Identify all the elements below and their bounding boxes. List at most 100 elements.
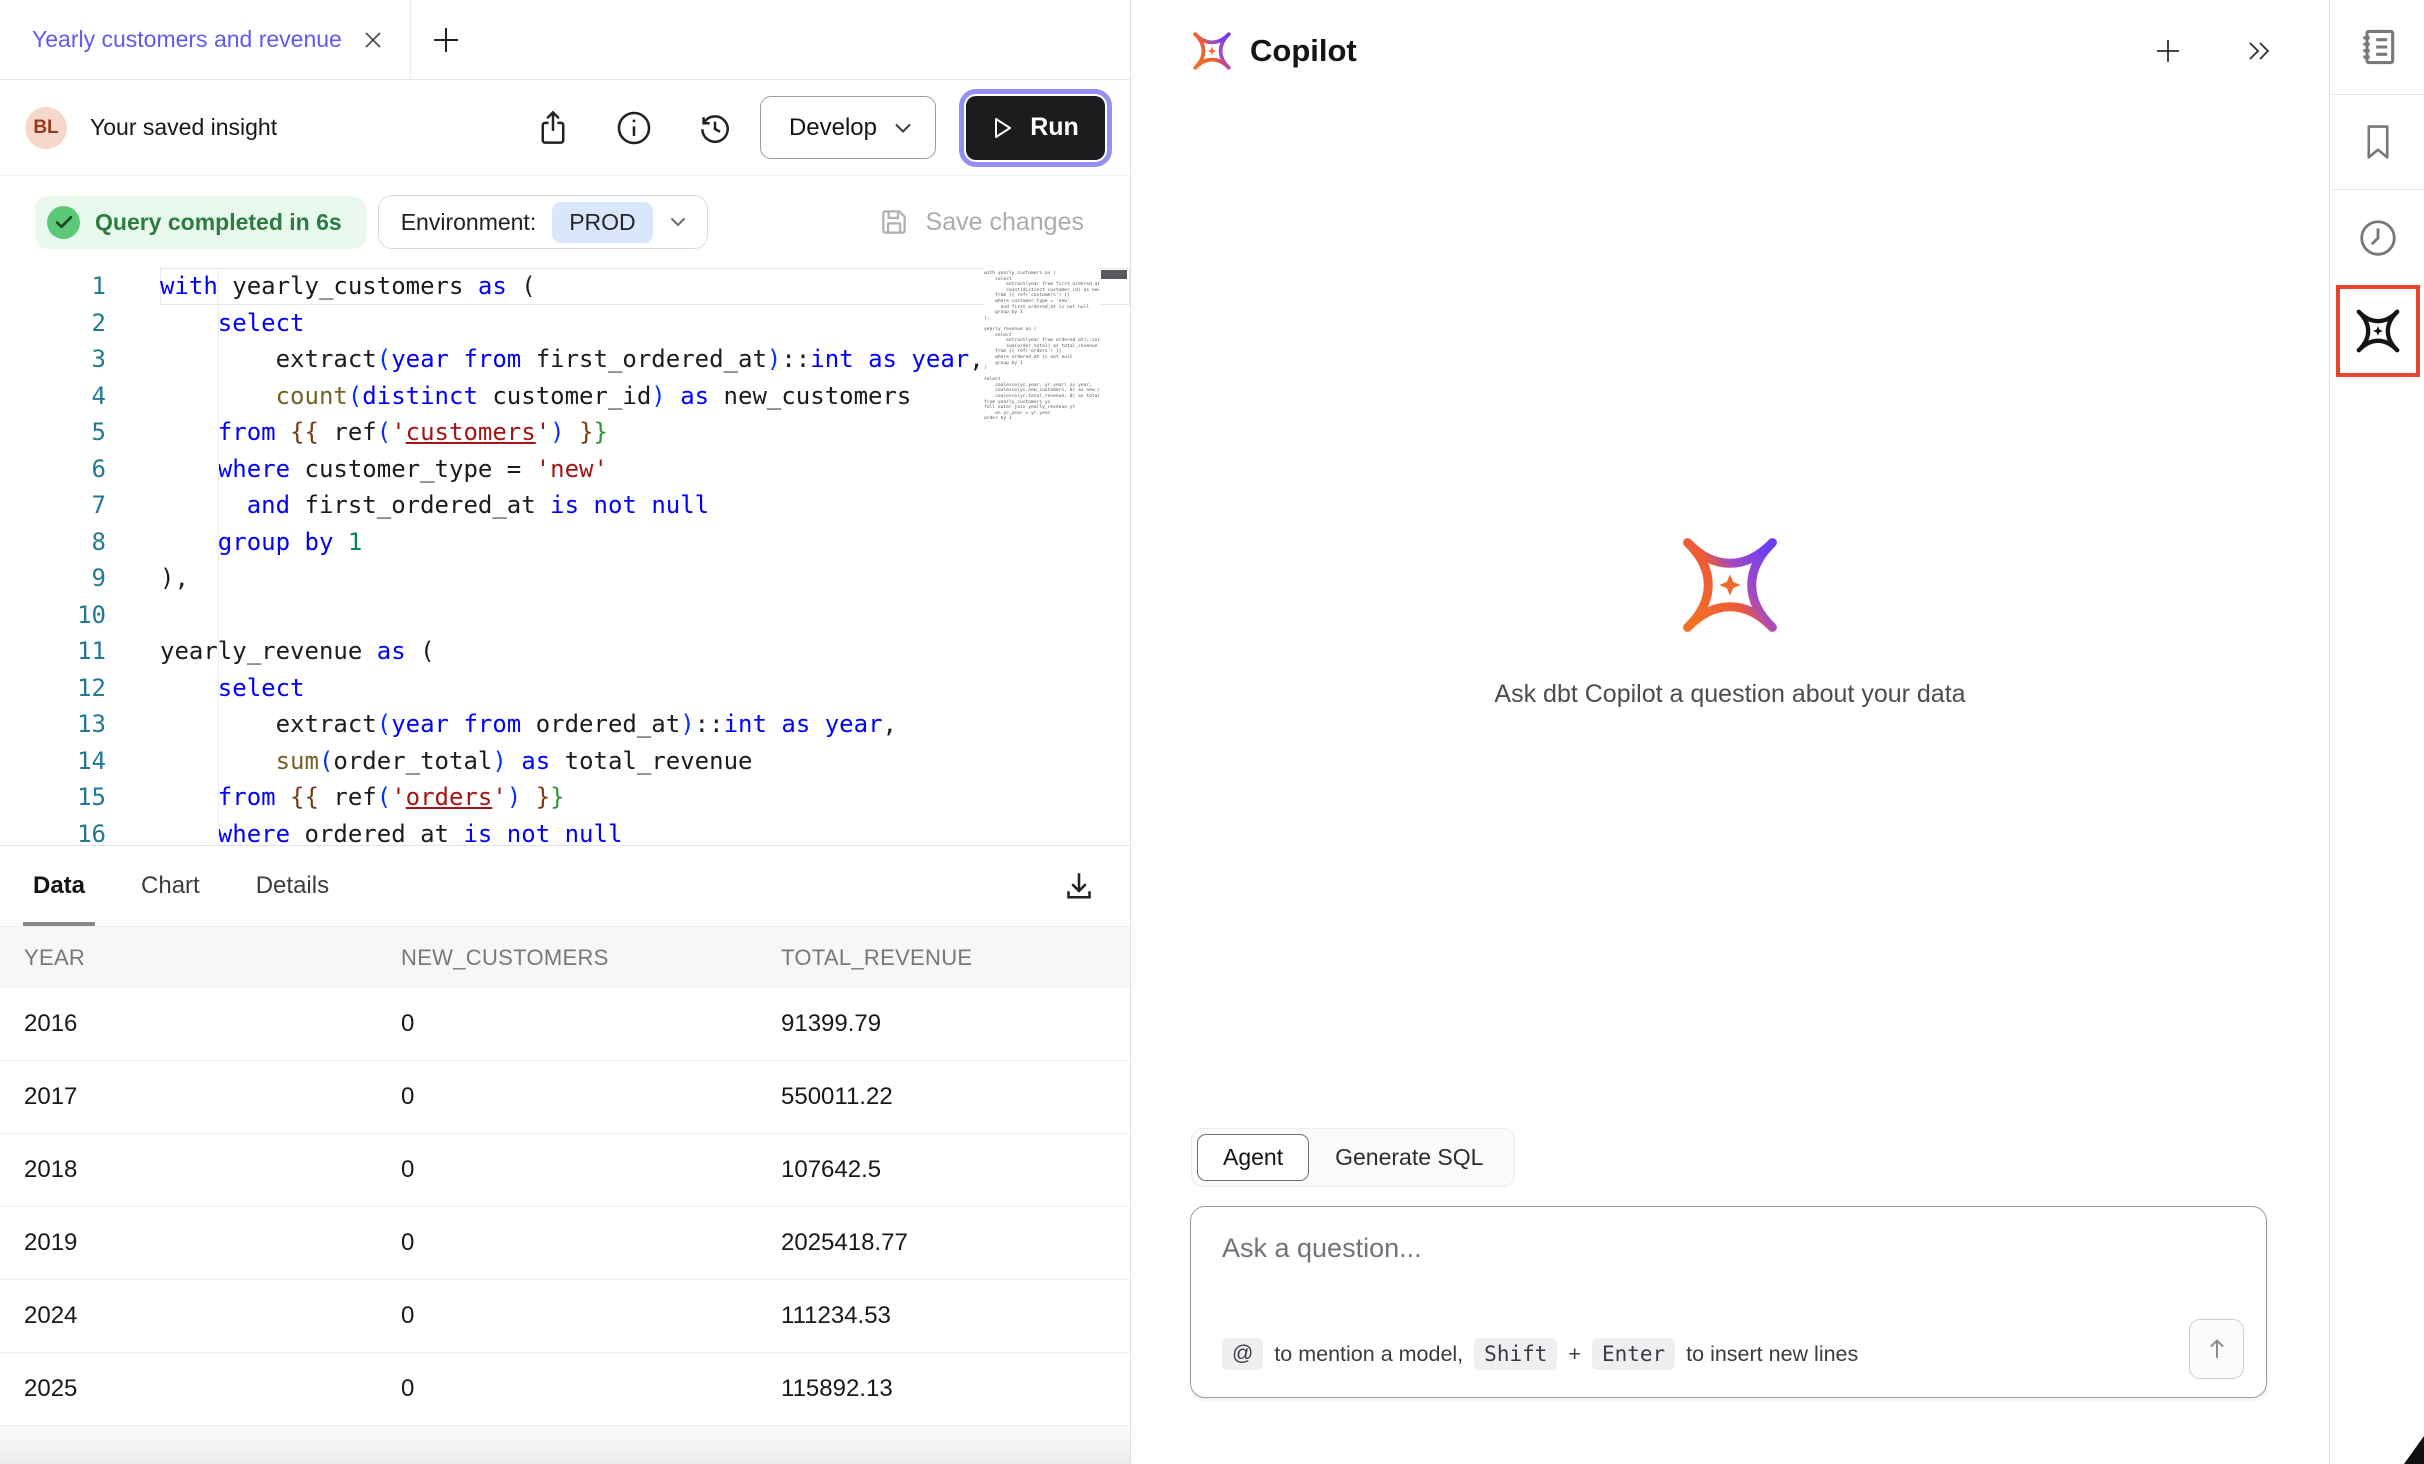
plus-icon (431, 25, 461, 55)
sql-editor[interactable]: 1with yearly_customers as (2 select3 ext… (0, 268, 1130, 845)
minimap[interactable]: with yearly_customers as ( select extrac… (984, 268, 1099, 845)
table-cell: 111234.53 (757, 1302, 1131, 1330)
tab-details[interactable]: Details (246, 846, 339, 926)
code-line[interactable]: 9), (0, 560, 1130, 597)
table-cell: 2017 (0, 1083, 377, 1111)
new-chat-button[interactable] (2145, 28, 2191, 74)
table-cell: 2025 (0, 1375, 377, 1403)
submit-question-button[interactable] (2189, 1319, 2244, 1379)
code-line[interactable]: 2 select (0, 305, 1130, 342)
copilot-title: Copilot (1250, 33, 1357, 69)
insight-title: Your saved insight (90, 114, 277, 141)
code-line[interactable]: 15 from {{ ref('orders') }} (0, 779, 1130, 816)
line-number: 9 (0, 560, 106, 597)
code-line[interactable]: 6 where customer_type = 'new' (0, 451, 1130, 488)
line-number: 4 (0, 378, 106, 415)
line-number: 8 (0, 524, 106, 561)
save-changes-button[interactable]: Save changes (878, 206, 1084, 238)
table-cell: 2018 (0, 1156, 377, 1184)
develop-label: Develop (789, 114, 877, 142)
line-number: 15 (0, 779, 106, 816)
play-icon (992, 116, 1014, 140)
editor-scrollbar[interactable] (1101, 270, 1127, 279)
copilot-question-input[interactable]: Ask a question... @ to mention a model, … (1190, 1206, 2267, 1398)
share-icon (535, 109, 571, 147)
results-tabs: Data Chart Details (0, 846, 1130, 926)
code-line[interactable]: 11yearly_revenue as ( (0, 633, 1130, 670)
code-line[interactable]: 5 from {{ ref('customers') }} (0, 414, 1130, 451)
environment-selector[interactable]: Environment: PROD (378, 195, 708, 249)
table-row: 2016091399.79 (0, 988, 1130, 1061)
code-line[interactable]: 14 sum(order_total) as total_revenue (0, 743, 1130, 780)
copilot-mode-switch: Agent Generate SQL (1191, 1128, 1515, 1187)
code-line[interactable]: 8 group by 1 (0, 524, 1130, 561)
code-line[interactable]: 7 and first_ordered_at is not null (0, 487, 1130, 524)
dbt-copilot-logo-icon (1191, 30, 1233, 72)
mode-agent-button[interactable]: Agent (1197, 1134, 1309, 1181)
line-number: 13 (0, 706, 106, 743)
collapse-panel-button[interactable] (2237, 28, 2283, 74)
mouse-cursor (2404, 1436, 2424, 1464)
query-status-text: Query completed in 6s (95, 209, 342, 236)
results-table-body: 2016091399.7920170550011.2220180107642.5… (0, 988, 1130, 1426)
environment-label: Environment: (401, 209, 537, 236)
copilot-header: Copilot (1191, 28, 2283, 74)
column-header: NEW_CUSTOMERS (377, 945, 757, 971)
line-number: 1 (0, 268, 106, 305)
tab-data[interactable]: Data (23, 846, 95, 926)
code-line[interactable]: 13 extract(year from ordered_at)::int as… (0, 706, 1130, 743)
hint-newlines-text: to insert new lines (1686, 1342, 1858, 1367)
copilot-empty-state: Ask dbt Copilot a question about your da… (1131, 524, 2329, 709)
tab-bar: Yearly customers and revenue (0, 0, 1130, 80)
line-number: 2 (0, 305, 106, 342)
double-chevron-right-icon (2246, 39, 2274, 63)
code-line[interactable]: 4 count(distinct customer_id) as new_cus… (0, 378, 1130, 415)
run-button[interactable]: Run (966, 96, 1105, 160)
tab-title: Yearly customers and revenue (32, 26, 342, 53)
mode-generate-sql-button[interactable]: Generate SQL (1309, 1135, 1509, 1180)
line-number: 14 (0, 743, 106, 780)
code-line[interactable]: 10 (0, 597, 1130, 634)
code-line[interactable]: 1with yearly_customers as ( (0, 268, 1130, 305)
sidebar-item-copilot[interactable] (2336, 285, 2420, 377)
history-button[interactable] (692, 105, 738, 151)
dbt-copilot-icon (2354, 307, 2402, 355)
info-button[interactable] (611, 105, 657, 151)
results-panel: Data Chart Details YEARNEW_CUSTOMERSTOTAL_… (0, 845, 1130, 1464)
download-button[interactable] (1056, 863, 1102, 909)
table-cell: 2024 (0, 1302, 377, 1330)
at-key: @ (1222, 1338, 1263, 1370)
query-editor-pane: Yearly customers and revenue BL Your sav… (0, 0, 1131, 1464)
results-footer (0, 1426, 1130, 1464)
tab-yearly-customers-and-revenue[interactable]: Yearly customers and revenue (0, 0, 411, 79)
code-line[interactable]: 12 select (0, 670, 1130, 707)
sidebar-item-outline[interactable] (2331, 0, 2424, 95)
sidebar-item-bookmarks[interactable] (2331, 95, 2424, 190)
table-cell: 0 (377, 1229, 757, 1257)
table-cell: 0 (377, 1375, 757, 1403)
develop-dropdown[interactable]: Develop (760, 96, 936, 159)
line-number: 16 (0, 816, 106, 846)
table-cell: 0 (377, 1302, 757, 1330)
environment-value: PROD (552, 202, 652, 243)
check-icon (47, 206, 80, 239)
line-number: 5 (0, 414, 106, 451)
line-number: 6 (0, 451, 106, 488)
tab-chart[interactable]: Chart (131, 846, 210, 926)
column-header: YEAR (0, 945, 377, 971)
code-line[interactable]: 3 extract(year from first_ordered_at)::i… (0, 341, 1130, 378)
table-cell: 550011.22 (757, 1083, 1131, 1111)
query-status-badge: Query completed in 6s (35, 196, 366, 249)
code-line[interactable]: 16 where ordered_at is not null (0, 816, 1130, 846)
code-lines: 1with yearly_customers as (2 select3 ext… (0, 268, 1130, 845)
table-cell: 2019 (0, 1229, 377, 1257)
plus-icon (2154, 37, 2182, 65)
sidebar-item-history[interactable] (2331, 190, 2424, 285)
table-row: 20240111234.53 (0, 1280, 1130, 1353)
close-icon[interactable] (362, 29, 384, 51)
column-header: TOTAL_REVENUE (757, 945, 1131, 971)
notebook-icon (2356, 25, 2400, 69)
new-tab-button[interactable] (411, 0, 481, 79)
table-row: 20170550011.22 (0, 1061, 1130, 1134)
share-button[interactable] (530, 105, 576, 151)
